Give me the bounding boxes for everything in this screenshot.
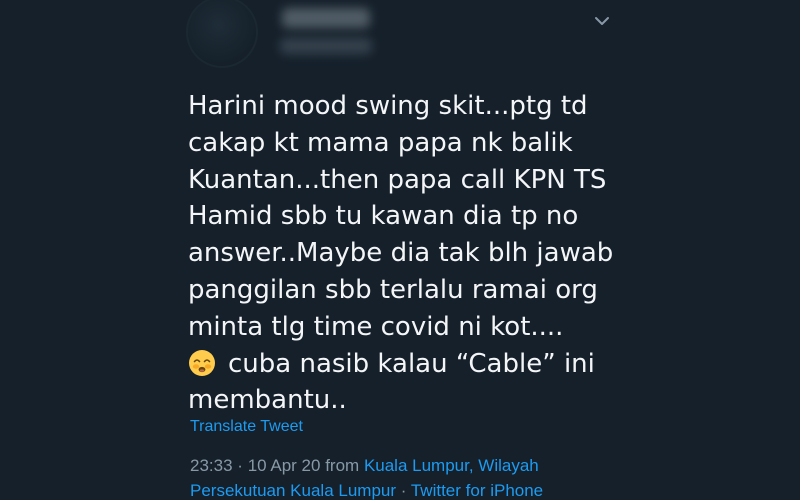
tweet-text-line: Kuantan...then papa call KPN TS	[188, 164, 607, 195]
tweet-text-line: cakap kt mama papa nk balik	[188, 127, 573, 158]
tweet-page: Harini mood swing skit...ptg td cakap kt…	[0, 0, 800, 500]
tweet-text-line: minta tlg time covid ni kot....	[188, 311, 564, 342]
tweet-text-line: Harini mood swing skit...ptg td	[188, 91, 588, 121]
meta-separator: ·	[400, 481, 407, 500]
tweet-text: Harini mood swing skit...ptg td cakap kt…	[188, 88, 614, 419]
tweet-date[interactable]: 10 Apr 20	[248, 456, 321, 475]
author-name-blurred[interactable]	[282, 8, 370, 28]
location-link[interactable]: Persekutuan Kuala Lumpur	[190, 481, 396, 500]
tweet-meta-row: 23:33 · 10 Apr 20 from Kuala Lumpur, Wil…	[190, 453, 543, 478]
tweet-text-line: answer..Maybe dia tak blh jawab	[188, 238, 614, 269]
location-link[interactable]: Kuala Lumpur, Wilayah	[364, 456, 539, 475]
translate-tweet-link[interactable]: Translate Tweet	[190, 417, 303, 437]
tweet-text-line: cuba nasib kalau “Cable” ini	[228, 348, 595, 379]
tweet-text-line: panggilan sbb terlalu ramai org	[188, 274, 598, 305]
tweet-meta-row: Persekutuan Kuala Lumpur · Twitter for i…	[190, 478, 543, 500]
meta-separator: ·	[237, 456, 243, 475]
avatar[interactable]	[188, 0, 256, 66]
tweet-text-line: membantu..	[188, 385, 347, 416]
from-label: from	[325, 456, 360, 475]
pleading-face-emoji	[189, 349, 215, 376]
tweet-meta: 23:33 · 10 Apr 20 from Kuala Lumpur, Wil…	[190, 453, 543, 500]
tweet-text-line: Hamid sbb tu kawan dia tp no	[188, 201, 579, 232]
chevron-down-icon[interactable]	[593, 12, 611, 30]
tweet-time[interactable]: 23:33	[190, 456, 233, 475]
tweet-text-line-with-emoji: cuba nasib kalau “Cable” ini	[188, 346, 608, 383]
author-handle-blurred[interactable]	[280, 38, 372, 54]
client-link[interactable]: Twitter for iPhone	[411, 481, 543, 500]
